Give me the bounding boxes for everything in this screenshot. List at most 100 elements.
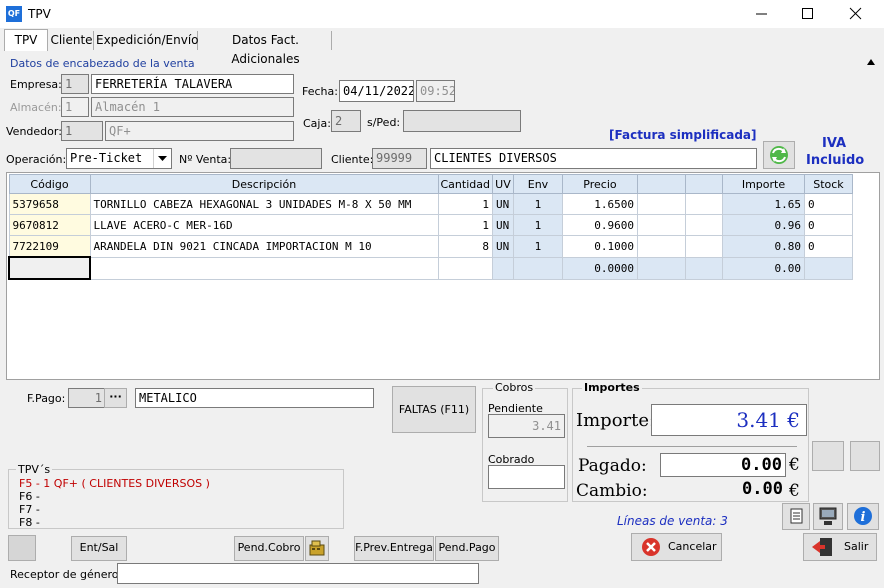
cell-uv[interactable]: UN	[491, 235, 514, 258]
empresa-code[interactable]: 1	[61, 74, 89, 94]
cell-env[interactable]: 1	[512, 214, 563, 236]
cell-extra-1[interactable]	[636, 214, 686, 236]
minimize-icon[interactable]	[752, 4, 772, 24]
chevron-down-icon[interactable]	[153, 149, 171, 168]
cell-extra-2[interactable]	[684, 214, 723, 236]
cell-env[interactable]	[512, 256, 563, 280]
ent-sal-button[interactable]: Ent/Sal	[71, 536, 127, 561]
cell-codigo[interactable]	[8, 256, 91, 280]
cell-uv[interactable]: UN	[491, 193, 514, 215]
receptor-field[interactable]	[117, 563, 479, 584]
cell-cantidad[interactable]	[437, 256, 493, 280]
table-row[interactable]: 0.0000 0.00	[8, 256, 853, 280]
col-env[interactable]: Env	[512, 174, 563, 194]
cell-codigo[interactable]: 5379658	[8, 193, 91, 215]
computer-button[interactable]	[813, 503, 843, 530]
nventa-field[interactable]	[230, 148, 322, 169]
cell-precio[interactable]: 0.0000	[561, 256, 638, 280]
info-button[interactable]: i	[847, 503, 879, 530]
collapse-arrow-icon[interactable]	[866, 56, 876, 65]
cell-precio[interactable]: 1.6500	[561, 193, 638, 215]
side-button-1[interactable]	[812, 441, 844, 471]
cell-codigo[interactable]: 7722109	[8, 235, 91, 258]
pend-pago-button[interactable]: Pend.Pago	[435, 536, 499, 561]
faltas-button[interactable]: FALTAS (F11)	[392, 386, 476, 433]
salir-button[interactable]: Salir	[803, 533, 877, 561]
cell-uv[interactable]	[491, 256, 514, 280]
importes-title: Importes	[582, 381, 642, 394]
cell-env[interactable]: 1	[512, 193, 563, 215]
tab-tpv[interactable]: TPV	[4, 29, 48, 51]
empresa-name[interactable]: FERRETERÍA TALAVERA	[91, 74, 294, 94]
cobrado-field[interactable]	[488, 465, 565, 489]
col-extra-1[interactable]	[636, 174, 686, 194]
cell-cantidad[interactable]: 1	[437, 193, 493, 215]
cash-register-button[interactable]	[305, 536, 329, 561]
fprev-entrega-button[interactable]: F.Prev.Entrega	[354, 536, 434, 561]
operacion-select[interactable]: Pre-Ticket	[66, 148, 172, 169]
cell-precio[interactable]: 0.1000	[561, 235, 638, 258]
table-row[interactable]: 9670812 LLAVE ACERO-C MER-16D 1 UN 1 0.9…	[8, 214, 853, 236]
pagado-field[interactable]: 0.00	[660, 453, 786, 477]
cell-extra-1[interactable]	[636, 193, 686, 215]
document-icon	[790, 508, 803, 524]
cell-descripcion[interactable]: TORNILLO CABEZA HEXAGONAL 3 UNIDADES M-8…	[89, 193, 439, 215]
cell-descripcion[interactable]: ARANDELA DIN 9021 CINCADA IMPORTACION M …	[89, 235, 439, 258]
cell-precio[interactable]: 0.9600	[561, 214, 638, 236]
col-importe[interactable]: Importe	[721, 174, 805, 194]
tab-cliente[interactable]: Cliente	[50, 31, 94, 50]
cell-importe: 0.80	[721, 235, 805, 258]
col-extra-2[interactable]	[684, 174, 723, 194]
cell-importe: 1.65	[721, 193, 805, 215]
document-button[interactable]	[782, 503, 810, 530]
tpv-item-f8[interactable]: F8 -	[19, 516, 40, 529]
col-descripcion[interactable]: Descripción	[89, 174, 439, 194]
tab-expedicion[interactable]: Expedición/Envío	[96, 31, 199, 50]
cell-extra-2[interactable]	[684, 256, 723, 280]
cambio-euro: €	[789, 481, 800, 501]
cell-stock: 0	[803, 214, 853, 236]
col-cantidad[interactable]: Cantidad	[437, 174, 493, 194]
col-precio[interactable]: Precio	[561, 174, 638, 194]
pend-cobro-button[interactable]: Pend.Cobro	[234, 536, 304, 561]
col-stock[interactable]: Stock	[803, 174, 853, 194]
cell-extra-2[interactable]	[684, 235, 723, 258]
fecha-label: Fecha:	[302, 85, 338, 98]
table-row[interactable]: 7722109 ARANDELA DIN 9021 CINCADA IMPORT…	[8, 235, 853, 258]
col-codigo[interactable]: Código	[8, 174, 91, 194]
cell-codigo[interactable]: 9670812	[8, 214, 91, 236]
tpv-item-f6[interactable]: F6 -	[19, 490, 40, 503]
fpago-lookup-button[interactable]: ···	[104, 388, 127, 408]
cell-cantidad[interactable]: 1	[437, 214, 493, 236]
empresa-label: Empresa:	[10, 78, 62, 91]
tab-datos-fact[interactable]: Datos Fact. Adicionales	[200, 31, 332, 66]
side-button-2[interactable]	[850, 441, 880, 471]
cell-extra-1[interactable]	[636, 256, 686, 280]
small-square-button[interactable]	[8, 535, 36, 561]
tpv-item-f7[interactable]: F7 -	[19, 503, 40, 516]
cell-env[interactable]: 1	[512, 235, 563, 258]
cliente-name[interactable]: CLIENTES DIVERSOS	[430, 148, 757, 169]
cell-extra-2[interactable]	[684, 193, 723, 215]
table-row[interactable]: 5379658 TORNILLO CABEZA HEXAGONAL 3 UNID…	[8, 193, 853, 215]
cell-uv[interactable]: UN	[491, 214, 514, 236]
pagado-label: Pagado:	[578, 456, 647, 476]
iva-incluido-label: Incluido	[806, 153, 865, 168]
tpv-item-f5[interactable]: F5 - 1 QF+ ( CLIENTES DIVERSOS )	[19, 477, 210, 490]
fpago-name[interactable]: METALICO	[135, 388, 374, 408]
cancelar-button[interactable]: Cancelar	[631, 533, 722, 561]
cell-descripcion[interactable]: LLAVE ACERO-C MER-16D	[89, 214, 439, 236]
cliente-code[interactable]: 99999	[372, 148, 427, 169]
fecha-field[interactable]: 04/11/2022	[339, 80, 414, 102]
maximize-icon[interactable]	[798, 4, 818, 24]
cambio-value: 0.00	[742, 479, 783, 499]
close-icon[interactable]	[846, 4, 866, 24]
vendedor-code[interactable]: 1	[61, 121, 103, 141]
cell-descripcion[interactable]	[89, 256, 439, 280]
refresh-button[interactable]	[763, 141, 795, 169]
cell-extra-1[interactable]	[636, 235, 686, 258]
sped-field[interactable]	[403, 110, 521, 132]
fpago-code[interactable]: 1	[68, 388, 106, 408]
cell-cantidad[interactable]: 8	[437, 235, 493, 258]
col-uv[interactable]: UV	[491, 174, 514, 194]
